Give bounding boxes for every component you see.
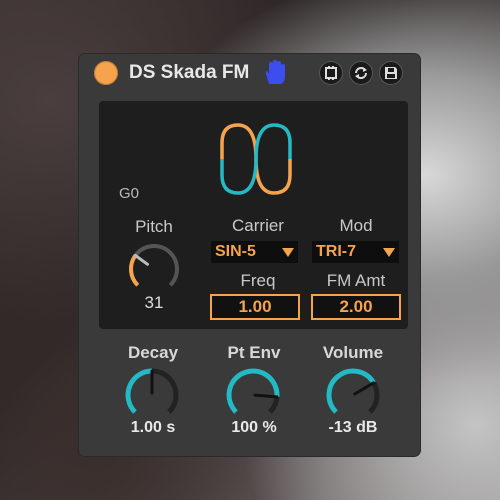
volume-label: Volume [322,343,384,362]
mod-menu[interactable]: TRI-7 [312,241,399,263]
decay-knob[interactable] [123,366,181,424]
device-panel: DS Skada FM G0 Pitch 31 Carrier SIN-5 Mo… [79,54,420,456]
swap-button[interactable] [349,61,373,85]
pt-env-label: Pt Env [227,343,281,362]
hand-icon[interactable] [262,60,286,86]
device-title: DS Skada FM [129,62,250,83]
note-readout: G0 [119,185,140,202]
fm-amt-number-box[interactable]: 2.00 [311,294,401,320]
clip-icon [325,66,337,80]
save-button[interactable] [379,61,403,85]
volume-knob[interactable] [324,366,382,424]
mod-label: Mod [339,216,373,235]
pt-env-value: 100 % [231,419,277,436]
pitch-knob[interactable] [126,241,182,297]
carrier-menu[interactable]: SIN-5 [211,241,298,263]
pt-env-knob[interactable] [224,366,282,424]
decay-value: 1.00 s [130,419,176,436]
pitch-label: Pitch [135,217,173,236]
pitch-value: 31 [144,293,164,312]
decay-label: Decay [127,343,179,362]
freq-label: Freq [240,271,276,290]
clip-button[interactable] [319,61,343,85]
device-header: DS Skada FM [79,54,420,94]
freq-number-box[interactable]: 1.00 [210,294,300,320]
carrier-selected: SIN-5 [215,243,256,260]
waveform-display [220,123,292,195]
carrier-label: Carrier [232,216,284,235]
power-button[interactable] [94,61,118,85]
chevron-down-icon [383,248,395,257]
display-screen: G0 Pitch 31 Carrier SIN-5 Mod TRI-7 Freq… [99,101,408,329]
swap-icon [355,67,367,79]
save-icon [385,67,397,79]
volume-value: -13 dB [328,419,378,436]
fm-amt-label: FM Amt [326,271,386,290]
mod-selected: TRI-7 [316,243,356,260]
chevron-down-icon [282,248,294,257]
